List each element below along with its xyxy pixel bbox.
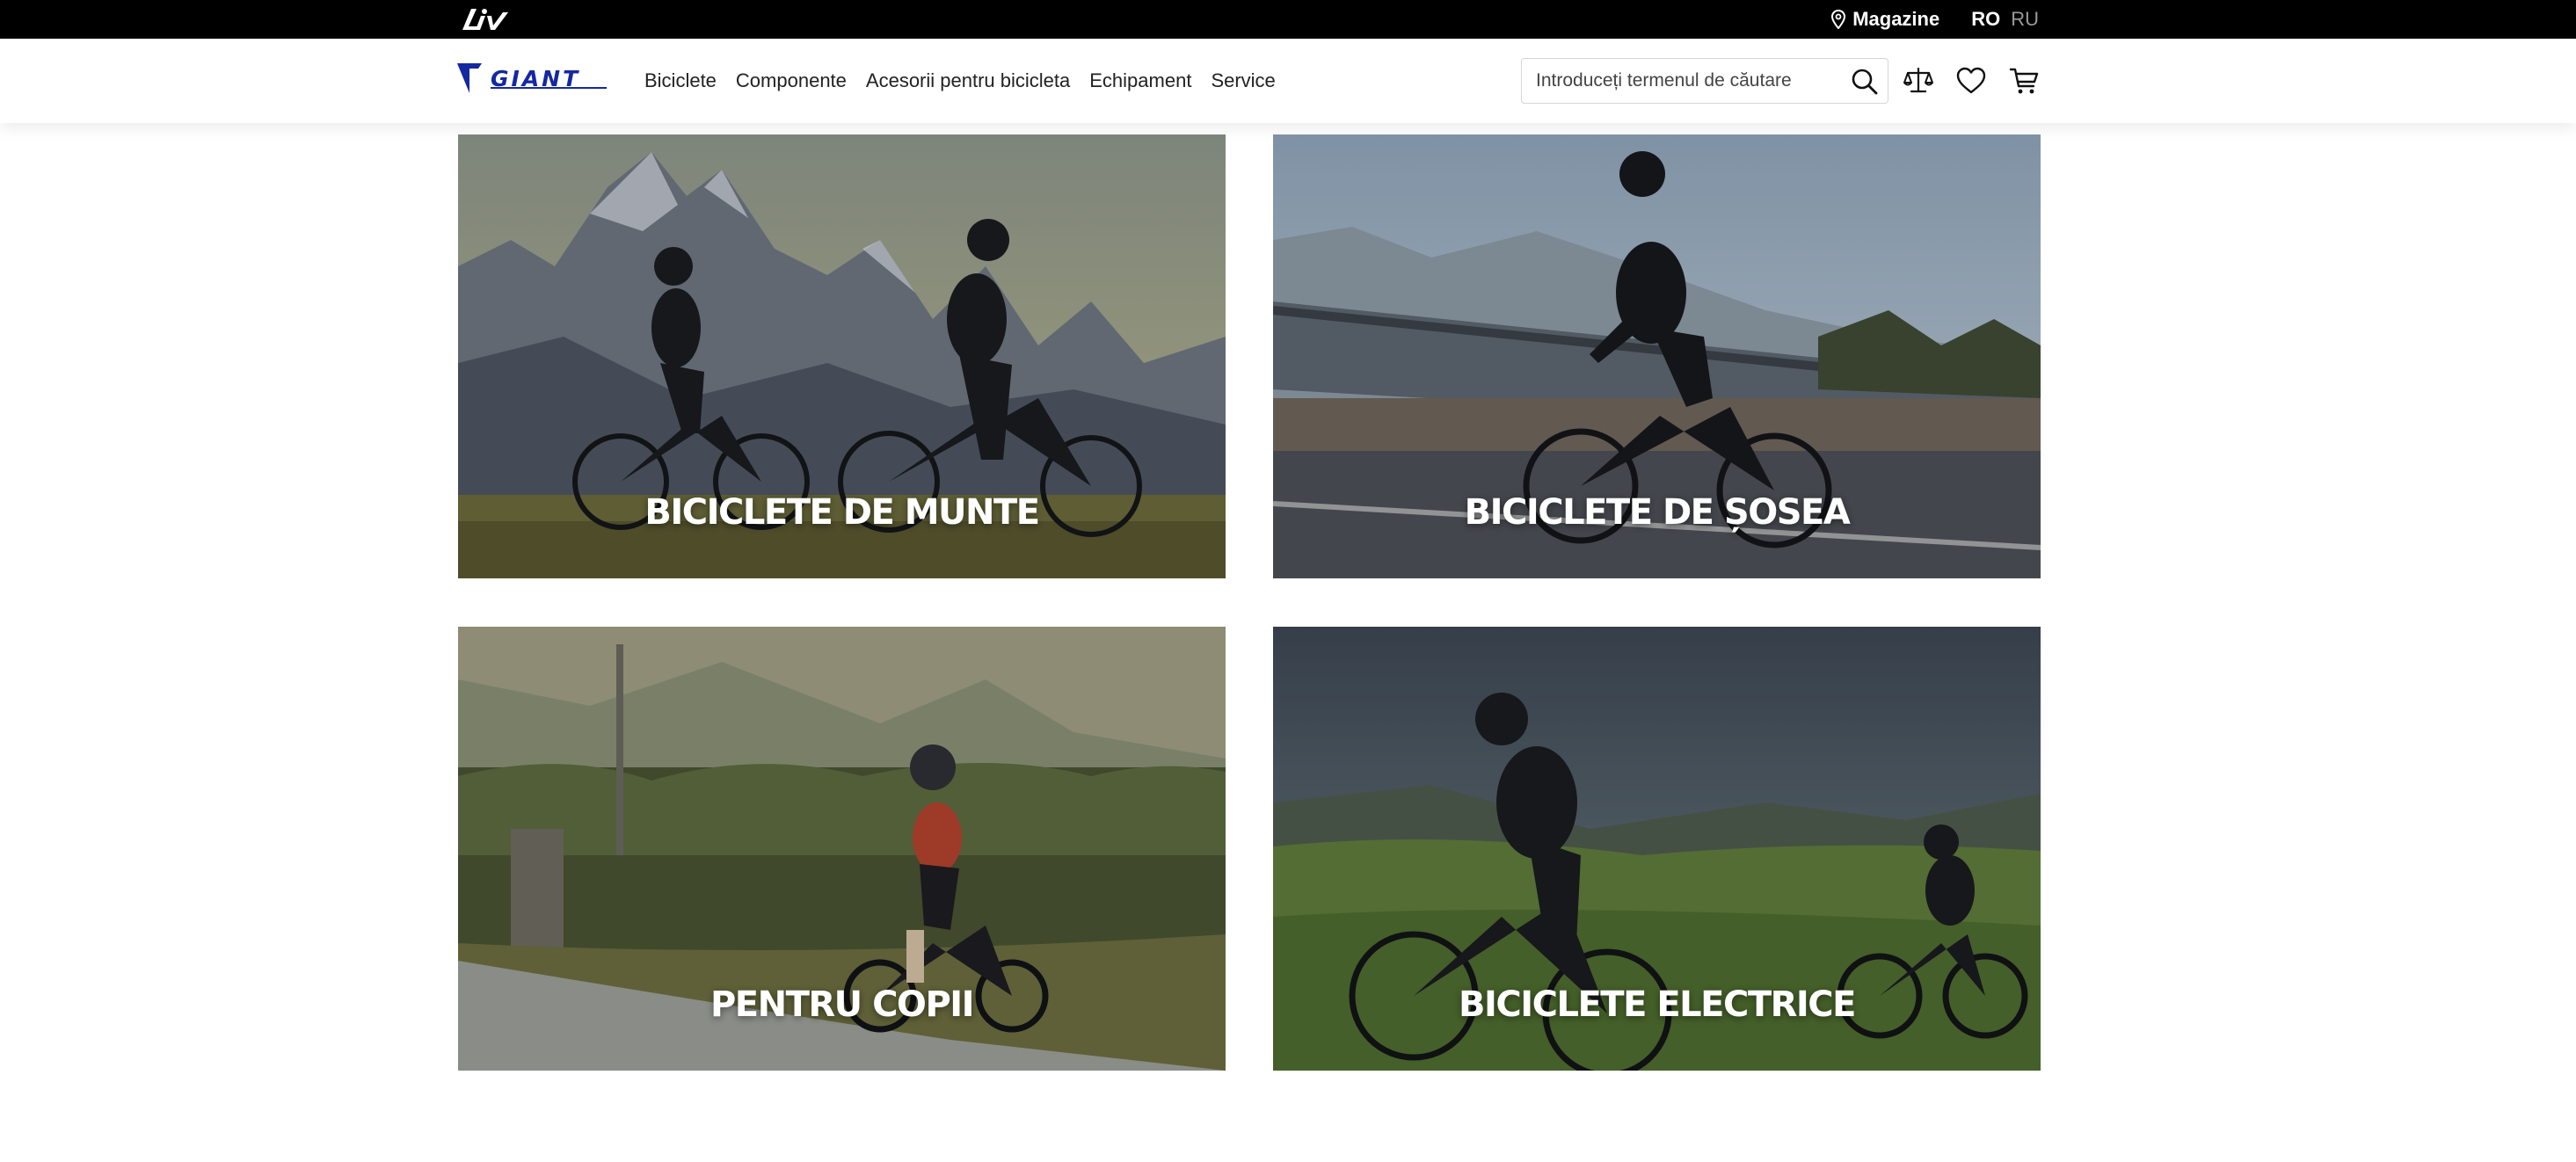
language-switcher: RO RU [1971, 8, 2039, 31]
svg-text:GIANT: GIANT [491, 68, 580, 89]
category-title: BICICLETE DE MUNTE [644, 492, 1040, 533]
nav-item-service[interactable]: Service [1211, 69, 1275, 92]
main-nav: Biciclete Componente Acesorii pentru bic… [644, 39, 1276, 123]
category-tile-kids[interactable]: PENTRU COPII [458, 627, 1226, 1071]
category-tile-mountain[interactable]: BICICLETE DE MUNTE [458, 134, 1226, 578]
main-header: GIANT Biciclete Componente Acesorii pent… [0, 39, 2576, 123]
category-title: BICICLETE ELECTRICE [1459, 984, 1856, 1025]
giant-logo[interactable]: GIANT [457, 63, 614, 93]
nav-item-echipament[interactable]: Echipament [1089, 69, 1191, 92]
topbar-right: Magazine RO RU [1831, 0, 2039, 39]
lang-ru[interactable]: RU [2011, 8, 2039, 31]
search-icon[interactable] [1851, 68, 1879, 96]
nav-item-accesorii[interactable]: Acesorii pentru bicicleta [866, 69, 1070, 92]
top-bar: Magazine RO RU [0, 0, 2576, 39]
nav-item-biciclete[interactable]: Biciclete [644, 69, 717, 92]
category-tile-road[interactable]: BICICLETE DE ȘOSEA [1273, 134, 2041, 578]
giant-mark-icon [457, 63, 482, 93]
category-tile-ebike[interactable]: BICICLETE ELECTRICE [1273, 627, 2041, 1071]
heart-icon[interactable] [1955, 65, 1987, 97]
search-box [1521, 58, 1888, 104]
nav-item-componente[interactable]: Componente [736, 69, 847, 92]
liv-logo[interactable] [457, 5, 520, 33]
header-inner: GIANT Biciclete Componente Acesorii pent… [457, 39, 2040, 123]
giant-wordmark: GIANT [491, 68, 607, 89]
location-pin-icon [1831, 10, 1846, 29]
compare-icon[interactable] [1903, 65, 1934, 97]
cart-icon[interactable] [2008, 65, 2040, 97]
search-input[interactable] [1522, 59, 1838, 103]
lang-ro[interactable]: RO [1971, 8, 2000, 31]
stores-link[interactable]: Magazine [1831, 8, 1939, 31]
category-title: PENTRU COPII [709, 984, 975, 1025]
category-title: BICICLETE DE ȘOSEA [1464, 492, 1851, 533]
stores-label: Magazine [1852, 8, 1940, 30]
